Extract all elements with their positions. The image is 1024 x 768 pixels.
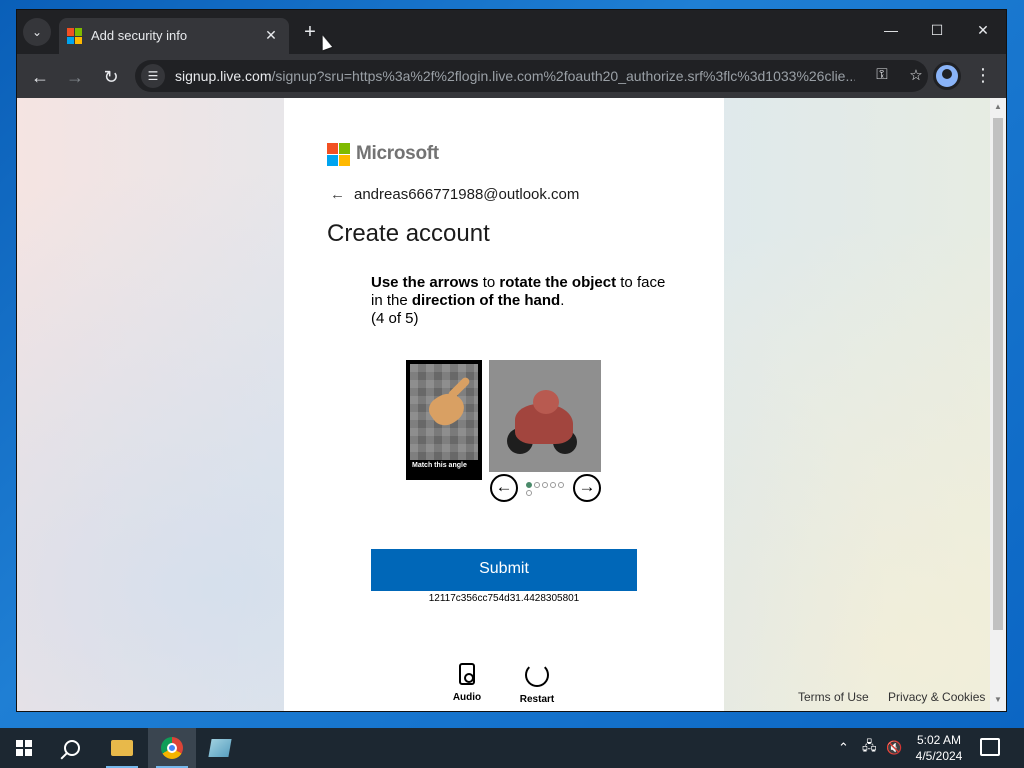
address-bar[interactable]: ☰ signup.live.com/signup?sru=https%3a%2f… bbox=[135, 60, 928, 92]
indicator-dot bbox=[526, 490, 532, 496]
chrome-icon bbox=[161, 737, 183, 759]
reload-icon[interactable]: ↻ bbox=[98, 64, 124, 90]
minimize-button[interactable]: — bbox=[868, 10, 914, 50]
restart-label: Restart bbox=[519, 694, 555, 705]
taskbar-file-explorer[interactable] bbox=[98, 728, 146, 768]
page-title: Create account bbox=[327, 220, 490, 247]
microsoft-brand: Microsoft bbox=[327, 142, 439, 166]
indicator-dot bbox=[526, 482, 532, 488]
terms-link[interactable]: Terms of Use bbox=[798, 690, 869, 704]
scrollbar[interactable]: ▲ ▼ bbox=[990, 98, 1006, 711]
restart-button[interactable]: Restart bbox=[507, 663, 567, 705]
browser-toolbar: ← → ↻ ☰ signup.live.com/signup?sru=https… bbox=[17, 54, 1006, 98]
star-icon[interactable]: ☆ bbox=[905, 66, 927, 86]
url-text[interactable]: signup.live.com/signup?sru=https%3a%2f%2… bbox=[175, 68, 855, 84]
taskbar-search-button[interactable] bbox=[48, 728, 96, 768]
hand-background bbox=[410, 364, 478, 460]
back-arrow-icon[interactable]: ← bbox=[330, 186, 350, 203]
restart-icon bbox=[525, 663, 549, 687]
taskbar: ⌃ 🖧 🔇 5:02 AM 4/5/2024 bbox=[0, 728, 1024, 768]
tab-add-security-info[interactable]: Add security info ✕ bbox=[59, 18, 289, 54]
scroll-down-icon[interactable]: ▼ bbox=[994, 695, 1002, 704]
puzzle-progress: (4 of 5) bbox=[371, 310, 419, 327]
instruction-part1: Use the arrows bbox=[371, 274, 479, 291]
tab-strip: ⌄ Add security info ✕ + — ☐ ✕ bbox=[17, 10, 1006, 54]
forward-icon[interactable]: → bbox=[62, 64, 88, 90]
indicator-dot bbox=[534, 482, 540, 488]
notification-icon[interactable] bbox=[980, 738, 1000, 756]
tray-chevron-icon[interactable]: ⌃ bbox=[838, 728, 849, 768]
rotate-left-button[interactable]: ← bbox=[490, 474, 518, 502]
tab-title: Add security info bbox=[91, 28, 188, 43]
instruction-part5: direction of the hand bbox=[411, 292, 561, 309]
close-icon[interactable]: ✕ bbox=[261, 25, 281, 45]
microsoft-favicon bbox=[67, 28, 83, 44]
page-viewport: Microsoft ← andreas666771988@outlook.com… bbox=[17, 98, 1006, 711]
email-text: andreas666771988@outlook.com bbox=[354, 186, 580, 203]
audio-label: Audio bbox=[452, 692, 482, 703]
start-button[interactable] bbox=[0, 728, 48, 768]
windows-logo-icon bbox=[16, 740, 32, 756]
network-icon[interactable]: 🖧 bbox=[862, 728, 877, 768]
instruction-part6: . bbox=[560, 292, 565, 309]
hand-reference-image: Match this angle bbox=[406, 360, 482, 480]
back-icon[interactable]: ← bbox=[27, 64, 53, 90]
maximize-button[interactable]: ☐ bbox=[914, 10, 960, 50]
instruction-part2: to bbox=[478, 274, 500, 291]
site-info-icon[interactable]: ☰ bbox=[141, 64, 165, 88]
key-icon[interactable]: ⚿ bbox=[871, 66, 893, 86]
indicator-dot bbox=[558, 482, 564, 488]
rotate-right-button[interactable]: → bbox=[573, 474, 601, 502]
window-close-button[interactable]: ✕ bbox=[960, 10, 1006, 50]
submit-button[interactable]: Submit bbox=[371, 549, 637, 591]
object-head bbox=[533, 390, 559, 414]
puzzle-instruction: Use the arrows to rotate the object to f… bbox=[371, 274, 671, 328]
url-path: /signup?sru=https%3a%2f%2flogin.live.com… bbox=[271, 68, 856, 84]
rotation-indicator bbox=[526, 482, 566, 488]
profile-icon[interactable] bbox=[933, 62, 961, 90]
signup-card: Microsoft ← andreas666771988@outlook.com… bbox=[284, 98, 724, 711]
audio-button[interactable]: Audio bbox=[437, 663, 497, 703]
file-explorer-icon bbox=[111, 740, 133, 756]
browser-window: ⌄ Add security info ✕ + — ☐ ✕ ← → ↻ ☰ si… bbox=[17, 10, 1006, 711]
indicator-dot bbox=[542, 482, 548, 488]
volume-muted-icon[interactable]: 🔇 bbox=[886, 728, 902, 768]
session-id: 12117c356cc754d31.4428305801 bbox=[428, 593, 580, 604]
taskbar-chrome[interactable] bbox=[148, 728, 196, 768]
clock[interactable]: 5:02 AM 4/5/2024 bbox=[912, 732, 966, 764]
scroll-up-icon[interactable]: ▲ bbox=[994, 102, 1002, 111]
clock-time: 5:02 AM bbox=[916, 733, 962, 747]
scroll-thumb[interactable] bbox=[993, 118, 1003, 630]
audio-icon bbox=[459, 663, 475, 685]
match-label: Match this angle bbox=[412, 462, 467, 469]
app-icon bbox=[208, 739, 232, 757]
clock-date: 4/5/2024 bbox=[915, 749, 963, 763]
taskbar-app[interactable] bbox=[196, 728, 244, 768]
privacy-link[interactable]: Privacy & Cookies bbox=[888, 690, 985, 704]
more-icon[interactable]: ⋮ bbox=[973, 62, 993, 88]
search-icon bbox=[64, 740, 80, 756]
microsoft-logo-icon bbox=[327, 142, 350, 166]
rotating-object-image bbox=[489, 360, 601, 472]
mouse-cursor bbox=[317, 33, 333, 51]
instruction-part3: rotate the object bbox=[499, 274, 617, 291]
url-host: signup.live.com bbox=[175, 68, 272, 84]
tab-search-icon[interactable]: ⌄ bbox=[23, 18, 51, 46]
indicator-dot bbox=[550, 482, 556, 488]
footer-links: Terms of Use Privacy & Cookies bbox=[798, 690, 1001, 704]
back-row[interactable]: ← andreas666771988@outlook.com bbox=[330, 186, 579, 203]
hand-icon bbox=[424, 386, 470, 432]
brand-name: Microsoft bbox=[356, 143, 439, 164]
